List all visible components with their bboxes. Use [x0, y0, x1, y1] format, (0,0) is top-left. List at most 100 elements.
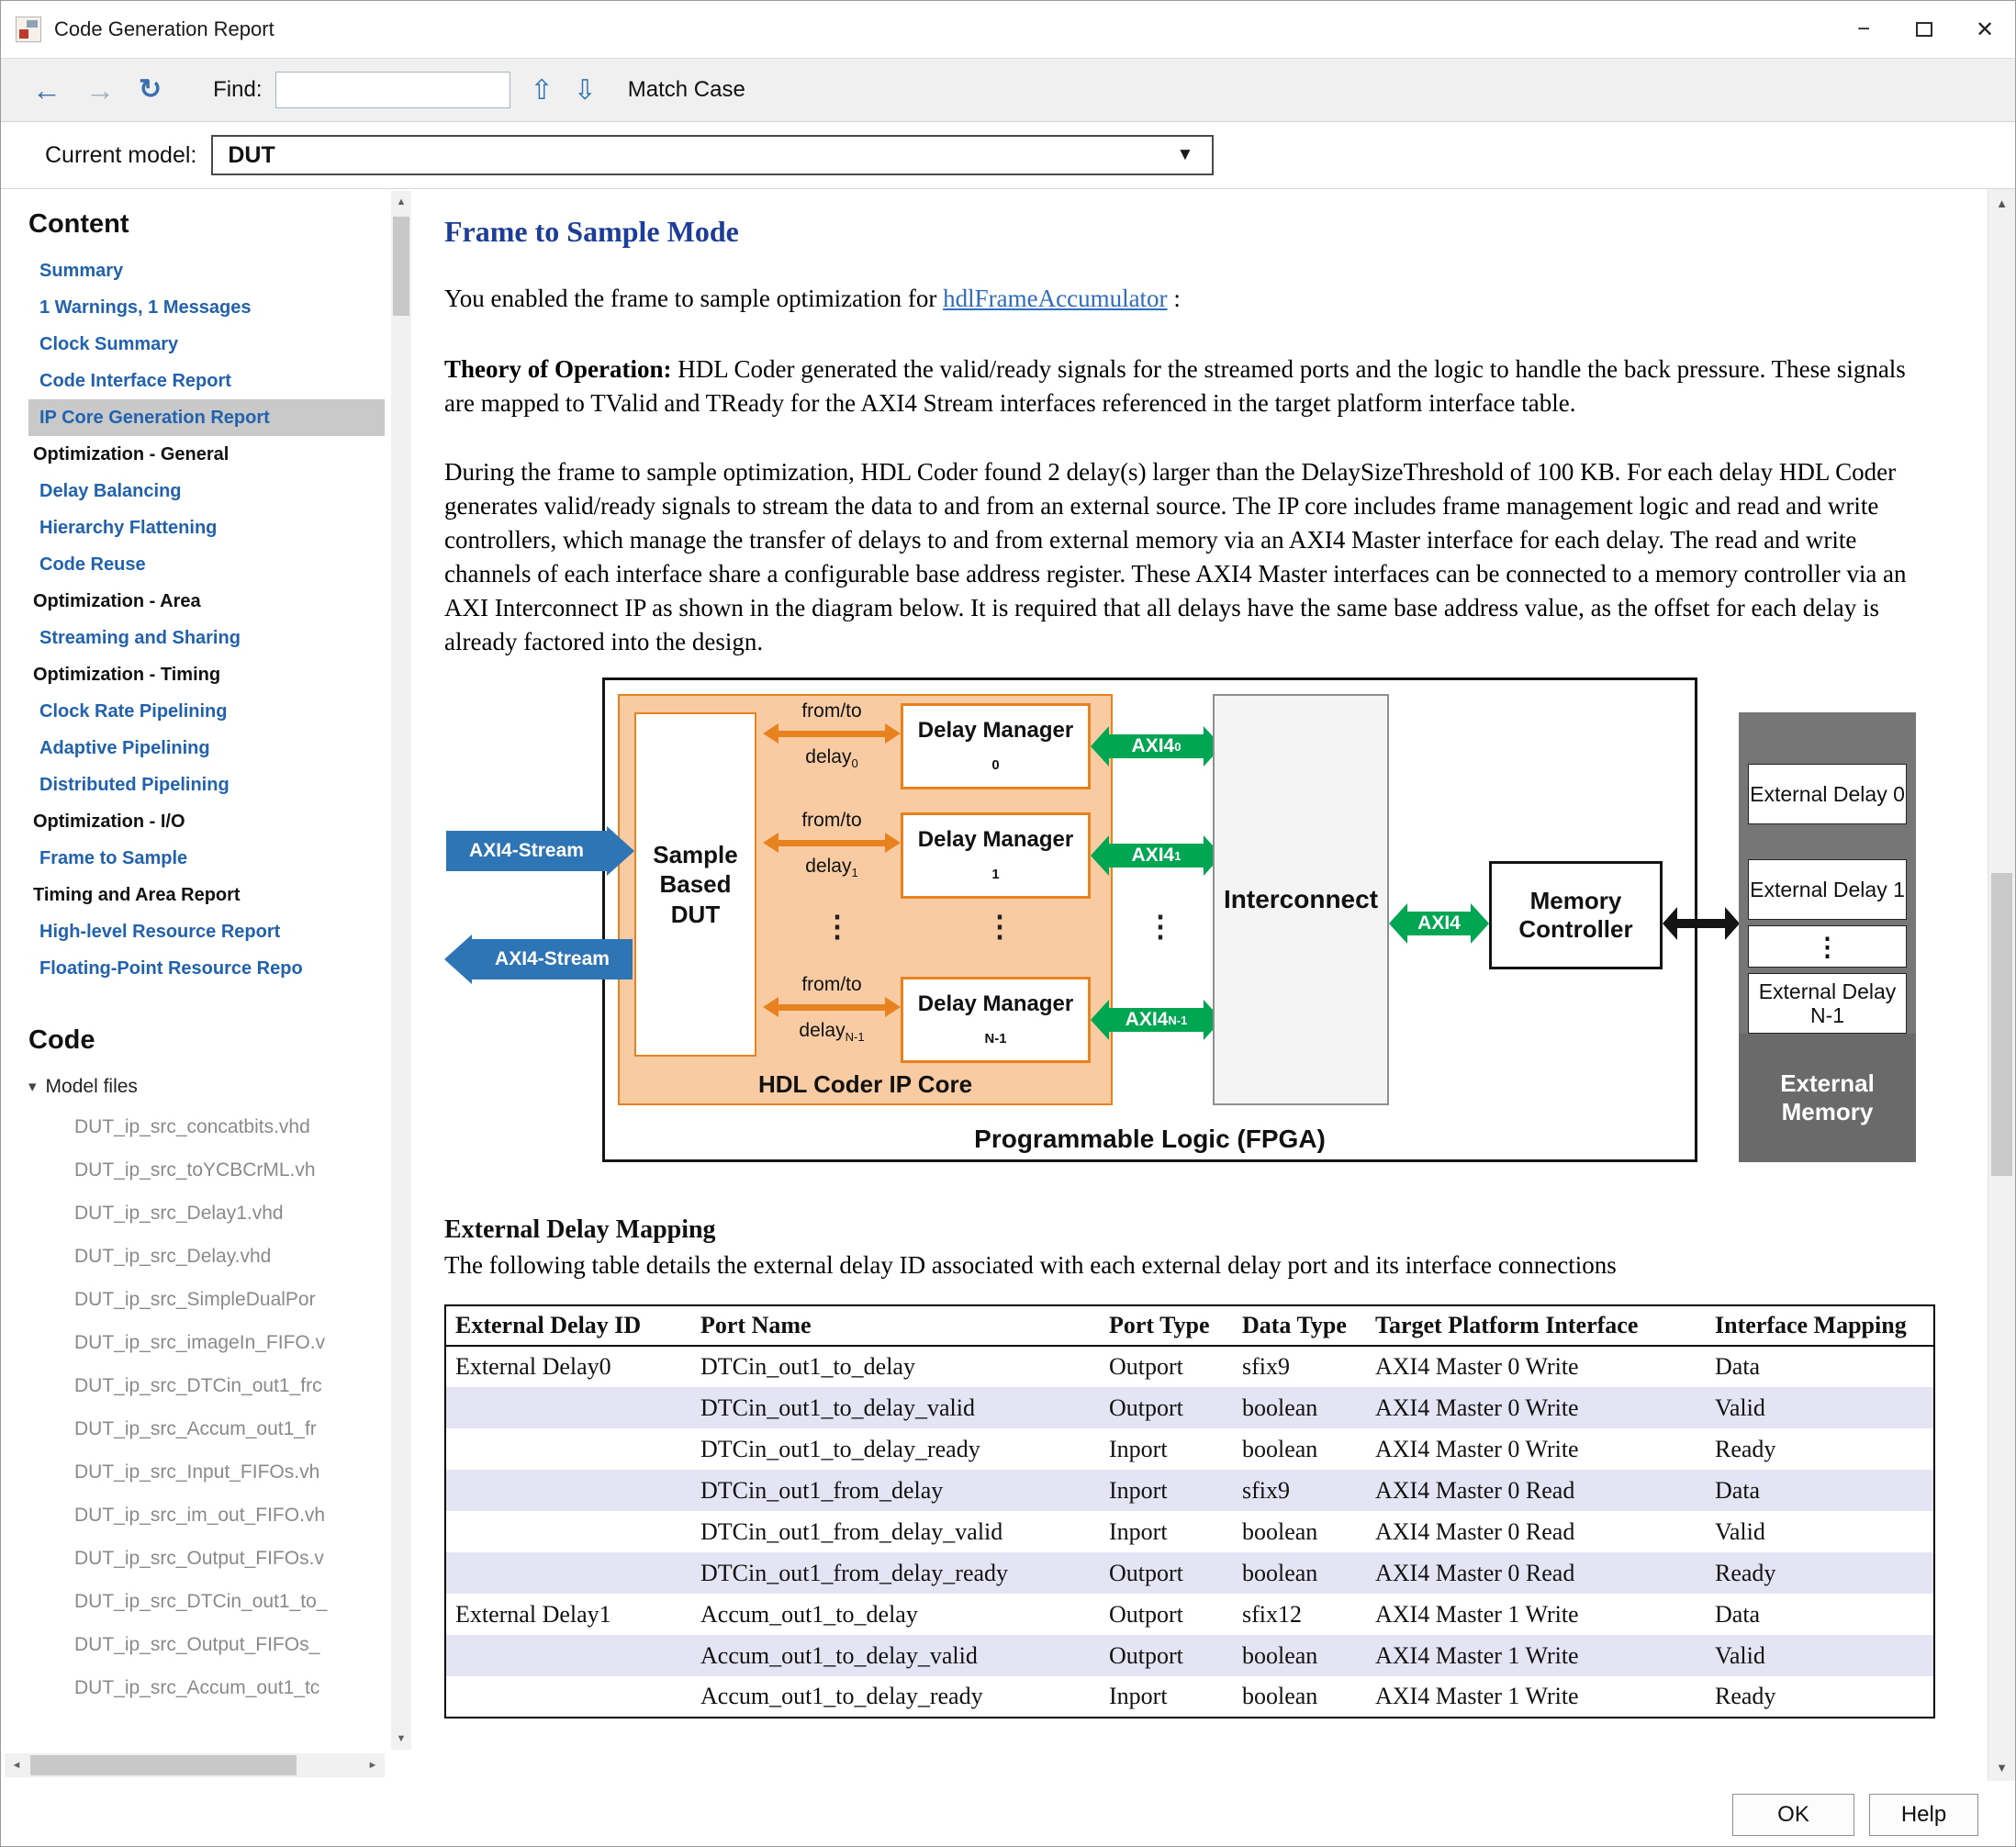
- axi4-stream-out-arrow: AXI4-Stream: [444, 939, 633, 979]
- table-cell: Ready: [1706, 1552, 1934, 1594]
- window-controls: − ✕: [1833, 1, 2015, 58]
- sidebar-item-1-warnings-1-messages[interactable]: 1 Warnings, 1 Messages: [28, 289, 385, 326]
- axi4-0-arrow: AXI40: [1091, 726, 1222, 767]
- page-title: Frame to Sample Mode: [444, 215, 1982, 249]
- table-cell: Outport: [1100, 1552, 1233, 1594]
- minimize-button[interactable]: −: [1833, 1, 1894, 58]
- model-file-link[interactable]: DUT_ip_src_SimpleDualPor: [28, 1278, 386, 1321]
- interconnect-box: Interconnect: [1213, 694, 1389, 1105]
- sidebar-vertical-scrollbar[interactable]: ▲ ▼: [391, 191, 411, 1750]
- theory-paragraph: Theory of Operation: HDL Coder generated…: [444, 353, 1911, 420]
- refresh-button[interactable]: ↻: [139, 76, 162, 104]
- table-row: DTCin_out1_to_delay_validOutportbooleanA…: [445, 1387, 1934, 1428]
- sidebar-item-adaptive-pipelining[interactable]: Adaptive Pipelining: [28, 730, 385, 767]
- column-header: Port Name: [691, 1305, 1100, 1346]
- model-file-link[interactable]: DUT_ip_src_Delay1.vhd: [28, 1192, 386, 1235]
- table-cell: Valid: [1706, 1635, 1934, 1676]
- sample-based-dut-box: Sample Based DUT: [634, 712, 756, 1057]
- body-paragraph: During the frame to sample optimization,…: [444, 455, 1911, 659]
- find-input[interactable]: [275, 72, 510, 108]
- sidebar-hscrollbar-thumb[interactable]: [30, 1755, 297, 1775]
- sidebar-item-summary[interactable]: Summary: [28, 252, 385, 289]
- table-cell: sfix9: [1233, 1346, 1366, 1387]
- sidebar-section-optimization-i-o: Optimization - I/O: [28, 803, 385, 840]
- hdlframeaccumulator-link[interactable]: hdlFrameAccumulator: [943, 285, 1167, 312]
- sidebar-item-frame-to-sample[interactable]: Frame to Sample: [28, 840, 385, 877]
- table-cell: Accum_out1_to_delay_ready: [691, 1676, 1100, 1718]
- sidebar-item-hierarchy-flattening[interactable]: Hierarchy Flattening: [28, 509, 385, 546]
- model-file-link[interactable]: DUT_ip_src_Output_FIFOs_: [28, 1623, 386, 1666]
- content-scrollbar-thumb[interactable]: [1991, 873, 2012, 1176]
- sidebar-item-clock-rate-pipelining[interactable]: Clock Rate Pipelining: [28, 693, 385, 730]
- table-cell: AXI4 Master 0 Write: [1366, 1387, 1706, 1428]
- help-button[interactable]: Help: [1869, 1794, 1978, 1836]
- model-files-toggle[interactable]: ▾ Model files: [28, 1076, 386, 1098]
- column-header: External Delay ID: [445, 1305, 691, 1346]
- table-cell: External Delay1: [445, 1594, 691, 1635]
- table-cell: Ready: [1706, 1676, 1934, 1718]
- model-file-link[interactable]: DUT_ip_src_Accum_out1_tc: [28, 1666, 386, 1709]
- maximize-icon: [1916, 22, 1932, 37]
- table-cell: Inport: [1100, 1470, 1233, 1511]
- external-delay-0-box: External Delay 0: [1748, 764, 1907, 824]
- back-button[interactable]: ←: [32, 75, 62, 105]
- table-row: Accum_out1_to_delay_validOutportbooleanA…: [445, 1635, 1934, 1676]
- maximize-button[interactable]: [1894, 1, 1954, 58]
- scroll-up-icon[interactable]: ▲: [391, 191, 411, 213]
- sidebar-horizontal-scrollbar[interactable]: ◄ ►: [5, 1753, 385, 1777]
- table-cell: AXI4 Master 0 Read: [1366, 1470, 1706, 1511]
- scroll-down-icon[interactable]: ▼: [1988, 1753, 2015, 1781]
- sidebar-scrollbar-thumb[interactable]: [393, 217, 409, 316]
- scroll-left-icon[interactable]: ◄: [5, 1753, 28, 1777]
- sidebar-section-optimization-general: Optimization - General: [28, 436, 385, 473]
- find-next-button[interactable]: ⇩: [574, 74, 597, 106]
- from-to-text: from/to: [762, 973, 902, 996]
- table-cell: Data: [1706, 1594, 1934, 1635]
- model-file-link[interactable]: DUT_ip_src_DTCin_out1_frc: [28, 1364, 386, 1407]
- scroll-up-icon[interactable]: ▲: [1988, 189, 2015, 217]
- table-cell: [445, 1635, 691, 1676]
- ellipsis-icon: ⋮: [1146, 909, 1175, 944]
- sidebar-section-timing-and-area-report: Timing and Area Report: [28, 877, 385, 913]
- table-cell: Data: [1706, 1346, 1934, 1387]
- model-file-link[interactable]: DUT_ip_src_toYCBCrML.vh: [28, 1148, 386, 1192]
- table-cell: Accum_out1_to_delay_valid: [691, 1635, 1100, 1676]
- table-cell: Outport: [1100, 1635, 1233, 1676]
- table-cell: AXI4 Master 0 Write: [1366, 1346, 1706, 1387]
- find-previous-button[interactable]: ⇧: [531, 74, 554, 106]
- sidebar-item-distributed-pipelining[interactable]: Distributed Pipelining: [28, 767, 385, 803]
- ellipsis-icon: ⋮: [985, 909, 1014, 944]
- sidebar-item-code-reuse[interactable]: Code Reuse: [28, 546, 385, 583]
- forward-button[interactable]: →: [85, 75, 115, 105]
- close-button[interactable]: ✕: [1954, 1, 2015, 58]
- model-file-link[interactable]: DUT_ip_src_DTCin_out1_to_: [28, 1580, 386, 1623]
- scroll-down-icon[interactable]: ▼: [391, 1728, 411, 1750]
- table-cell: [445, 1387, 691, 1428]
- bidirectional-arrow-icon: [778, 1004, 885, 1011]
- sidebar-item-floating-point-resource-repo[interactable]: Floating-Point Resource Repo: [28, 950, 385, 987]
- content-vertical-scrollbar[interactable]: ▲ ▼: [1988, 189, 2015, 1781]
- model-file-link[interactable]: DUT_ip_src_concatbits.vhd: [28, 1105, 386, 1148]
- delay1-text: delay1: [762, 855, 902, 880]
- model-file-link[interactable]: DUT_ip_src_Output_FIFOs.v: [28, 1537, 386, 1580]
- model-file-link[interactable]: DUT_ip_src_imageIn_FIFO.v: [28, 1321, 386, 1364]
- model-file-link[interactable]: DUT_ip_src_im_out_FIFO.vh: [28, 1494, 386, 1537]
- theory-label: Theory of Operation:: [444, 355, 671, 383]
- sidebar-item-high-level-resource-report[interactable]: High-level Resource Report: [28, 913, 385, 950]
- sidebar-item-clock-summary[interactable]: Clock Summary: [28, 326, 385, 363]
- sidebar-item-streaming-and-sharing[interactable]: Streaming and Sharing: [28, 620, 385, 656]
- sidebar-item-delay-balancing[interactable]: Delay Balancing: [28, 473, 385, 509]
- match-case-toggle[interactable]: Match Case: [628, 77, 745, 103]
- table-cell: AXI4 Master 0 Write: [1366, 1428, 1706, 1470]
- sidebar-item-code-interface-report[interactable]: Code Interface Report: [28, 363, 385, 399]
- minimize-icon: −: [1857, 17, 1870, 42]
- model-file-link[interactable]: DUT_ip_src_Accum_out1_fr: [28, 1407, 386, 1450]
- model-file-link[interactable]: DUT_ip_src_Input_FIFOs.vh: [28, 1450, 386, 1494]
- mapping-table: External Delay IDPort NamePort TypeData …: [444, 1304, 1935, 1718]
- model-file-link[interactable]: DUT_ip_src_Delay.vhd: [28, 1235, 386, 1278]
- current-model-dropdown[interactable]: DUT ▼: [211, 135, 1214, 175]
- sidebar-item-ip-core-generation-report[interactable]: IP Core Generation Report: [28, 399, 385, 436]
- table-cell: Inport: [1100, 1511, 1233, 1552]
- scroll-right-icon[interactable]: ►: [361, 1753, 385, 1777]
- ok-button[interactable]: OK: [1732, 1794, 1854, 1836]
